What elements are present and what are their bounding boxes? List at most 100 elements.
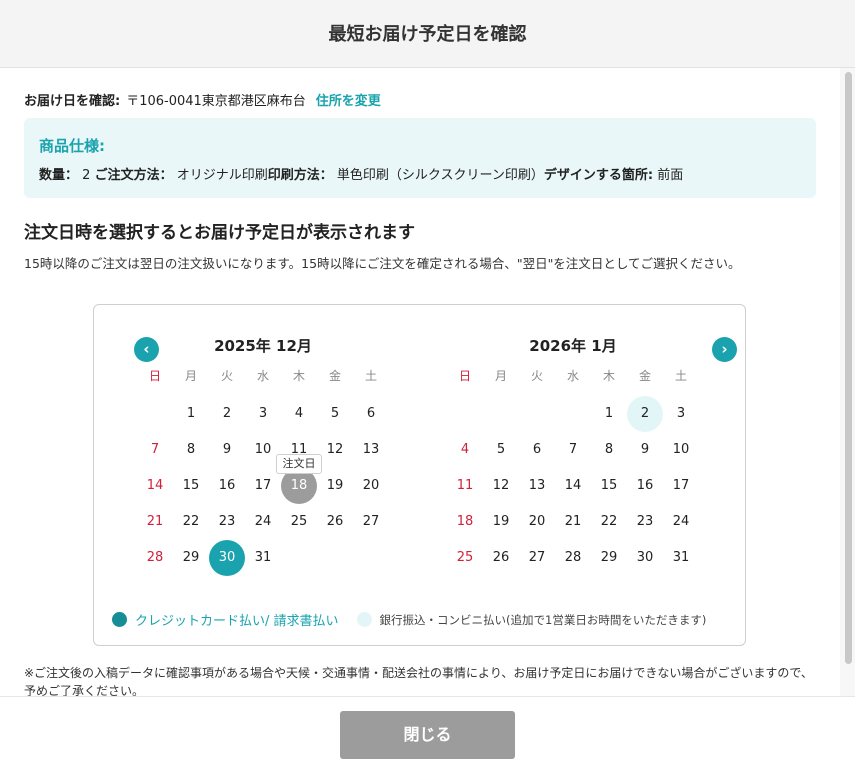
quantity-label: 数量： xyxy=(39,168,79,183)
day-cell[interactable]: 22 xyxy=(173,504,209,540)
spec-details: 数量： 2 ご注文方法： オリジナル印刷印刷方法： 単色印刷（シルクスクリーン印… xyxy=(39,164,683,183)
day-cell[interactable]: 7 xyxy=(555,432,591,468)
day-cell[interactable]: 8 xyxy=(591,432,627,468)
day-cell[interactable]: 21 xyxy=(555,504,591,540)
day-cell[interactable]: 14 xyxy=(137,468,173,504)
modal-body[interactable]: お届け日を確認: 〒106-0041東京都港区麻布台 住所を変更 商品仕様: 数量：… xyxy=(0,68,840,696)
day-cell-selected[interactable]: 30 xyxy=(209,540,245,576)
day-cell[interactable]: 11 xyxy=(447,468,483,504)
day-cell[interactable]: 12 xyxy=(483,468,519,504)
day-cell[interactable]: 3 xyxy=(663,396,699,432)
weekday-label: 水 xyxy=(256,369,269,383)
quantity-value: 2 xyxy=(82,168,91,183)
day-cell[interactable]: 30 xyxy=(627,540,663,576)
day-grid: 1 2 3 4 5 6 7 8 9 10 11 12 13 14 15 16 17 18 注文日 19 20 21 22 23… xyxy=(137,396,389,576)
day-cell[interactable]: 5 xyxy=(317,396,353,432)
day-blank xyxy=(519,396,555,432)
day-cell[interactable]: 6 xyxy=(519,432,555,468)
day-cell[interactable]: 31 xyxy=(245,540,281,576)
day-cell[interactable]: 12 xyxy=(317,432,353,468)
day-cell[interactable]: 24 xyxy=(245,504,281,540)
day-cell[interactable]: 16 xyxy=(627,468,663,504)
day-cell[interactable]: 29 xyxy=(591,540,627,576)
day-cell[interactable]: 17 xyxy=(663,468,699,504)
chevron-right-icon[interactable]: › xyxy=(712,337,737,362)
design-label: デザインする箇所: xyxy=(543,168,654,183)
day-cell[interactable]: 16 xyxy=(209,468,245,504)
day-cell[interactable]: 25 xyxy=(447,540,483,576)
product-spec-box: 商品仕様: 数量： 2 ご注文方法： オリジナル印刷印刷方法： 単色印刷（シルク… xyxy=(24,118,816,198)
day-cell[interactable]: 9 xyxy=(627,432,663,468)
day-cell[interactable]: 2 xyxy=(209,396,245,432)
day-cell-highlighted[interactable]: 2 xyxy=(627,396,663,432)
day-cell[interactable]: 17 xyxy=(245,468,281,504)
calendar-legend: クレジットカード払い/ 請求書払い 銀行振込・コンビニ払い(追加で1営業日お時間… xyxy=(112,610,706,629)
day-cell[interactable]: 8 xyxy=(173,432,209,468)
day-cell[interactable]: 7 xyxy=(137,432,173,468)
day-cell-order-day[interactable]: 18 注文日 xyxy=(276,454,322,504)
weekday-label: 日 xyxy=(458,369,471,383)
day-cell[interactable]: 29 xyxy=(173,540,209,576)
modal-footer: 閉じる xyxy=(0,696,855,770)
modal-title: 最短お届け予定日を確認 xyxy=(328,24,527,45)
weekday-label: 火 xyxy=(220,369,233,383)
change-address-link[interactable]: 住所を変更 xyxy=(316,94,381,109)
weekday-label: 木 xyxy=(602,369,615,383)
day-cell[interactable]: 5 xyxy=(483,432,519,468)
calendar-month-january: 2026年 1月 日月火水木金土 1 2 3 4 5 6 7 8 9 10 11 12 13 14 15 16… xyxy=(447,333,699,576)
day-cell[interactable]: 26 xyxy=(317,504,353,540)
day-blank xyxy=(447,396,483,432)
day-cell[interactable]: 9 xyxy=(209,432,245,468)
day-cell[interactable]: 27 xyxy=(519,540,555,576)
day-cell[interactable]: 1 xyxy=(173,396,209,432)
day-cell[interactable]: 3 xyxy=(245,396,281,432)
weekday-label: 水 xyxy=(566,369,579,383)
day-cell[interactable]: 22 xyxy=(591,504,627,540)
card-legend-dot xyxy=(112,612,127,627)
day-cell[interactable]: 18 xyxy=(447,504,483,540)
modal-header: 最短お届け予定日を確認 xyxy=(0,0,855,68)
day-cell[interactable]: 19 xyxy=(483,504,519,540)
day-cell[interactable]: 1 xyxy=(591,396,627,432)
day-cell[interactable]: 20 xyxy=(519,504,555,540)
day-cell[interactable]: 24 xyxy=(663,504,699,540)
print-method-label: 印刷方法： xyxy=(267,168,333,183)
day-blank xyxy=(555,396,591,432)
day-cell[interactable]: 4 xyxy=(281,396,317,432)
month-title: 2026年 1月 xyxy=(529,337,617,355)
day-cell[interactable]: 21 xyxy=(137,504,173,540)
day-cell[interactable]: 28 xyxy=(555,540,591,576)
weekday-label: 月 xyxy=(494,369,507,383)
day-cell[interactable]: 13 xyxy=(519,468,555,504)
day-cell[interactable]: 23 xyxy=(627,504,663,540)
day-cell[interactable]: 15 xyxy=(173,468,209,504)
design-value: 前面 xyxy=(657,168,684,183)
day-cell[interactable]: 6 xyxy=(353,396,389,432)
weekday-label: 金 xyxy=(638,369,651,383)
calendar-month-december: 2025年 12月 日月火水木金土 1 2 3 4 5 6 7 8 9 10 11 12 13 14 15 1… xyxy=(137,333,389,576)
order-day-tooltip: 注文日 xyxy=(276,454,322,474)
bank-legend-dot xyxy=(356,612,372,627)
disclaimer-footnote: ※ご注文後の入稿データに確認事項がある場合や天候・交通事情・配送会社の事情により… xyxy=(24,666,813,696)
day-cell[interactable]: 10 xyxy=(663,432,699,468)
weekday-label: 火 xyxy=(530,369,543,383)
day-cell[interactable]: 27 xyxy=(353,504,389,540)
day-cell[interactable]: 13 xyxy=(353,432,389,468)
day-cell[interactable]: 25 xyxy=(281,504,317,540)
day-cell[interactable]: 4 xyxy=(447,432,483,468)
day-cell[interactable]: 20 xyxy=(353,468,389,504)
close-button[interactable]: 閉じる xyxy=(340,711,515,759)
weekday-label: 日 xyxy=(148,369,161,383)
order-method-value: オリジナル印刷 xyxy=(176,168,268,183)
day-cell[interactable]: 23 xyxy=(209,504,245,540)
weekday-label: 土 xyxy=(674,369,687,383)
day-cell[interactable]: 14 xyxy=(555,468,591,504)
day-cell[interactable]: 19 xyxy=(317,468,353,504)
weekday-label: 土 xyxy=(364,369,377,383)
day-cell[interactable]: 31 xyxy=(663,540,699,576)
scrollbar-thumb[interactable] xyxy=(845,72,852,664)
day-cell[interactable]: 15 xyxy=(591,468,627,504)
day-cell[interactable]: 26 xyxy=(483,540,519,576)
day-cell[interactable]: 28 xyxy=(137,540,173,576)
day-blank xyxy=(137,396,173,432)
